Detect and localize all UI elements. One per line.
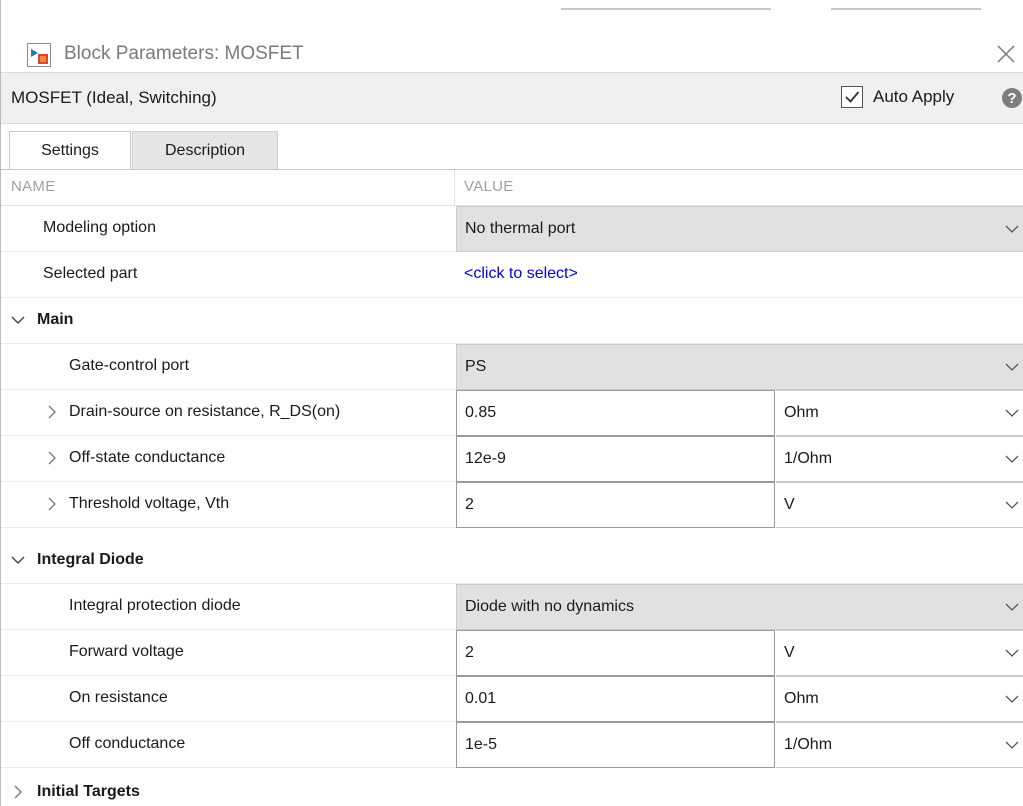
section-main[interactable]: Main — [1, 298, 1023, 344]
threshold-voltage-input[interactable]: 2 — [456, 482, 775, 528]
close-icon[interactable] — [991, 39, 1021, 69]
input-value: 1e-5 — [465, 736, 498, 753]
chevron-down-icon — [1005, 649, 1019, 657]
table-header: NAME VALUE — [1, 170, 1023, 206]
block-header: MOSFET (Ideal, Switching) Auto Apply ? — [1, 72, 1023, 124]
background-window-edge — [1, 0, 1023, 10]
block-parameters-dialog: Block Parameters: MOSFET MOSFET (Ideal, … — [0, 0, 1023, 806]
column-divider — [454, 170, 455, 206]
param-label: Gate-control port — [69, 357, 190, 374]
chevron-down-icon — [1005, 741, 1019, 749]
param-label: Forward voltage — [69, 643, 184, 660]
section-initial-targets[interactable]: Initial Targets — [1, 770, 1023, 806]
help-icon[interactable]: ? — [1001, 87, 1023, 109]
unit-value: 1/Ohm — [784, 736, 833, 753]
param-row-on-resistance: On resistance 0.01 Ohm — [1, 676, 1023, 722]
chevron-down-icon — [1005, 695, 1019, 703]
title-bar[interactable]: Block Parameters: MOSFET — [1, 14, 1023, 72]
dropdown-value: Diode with no dynamics — [465, 598, 634, 615]
section-title: Main — [37, 311, 74, 328]
chevron-down-icon — [1005, 409, 1019, 417]
rds-on-unit-dropdown[interactable]: Ohm — [776, 390, 1023, 436]
checkmark-icon — [845, 91, 860, 103]
chevron-down-icon — [11, 316, 25, 324]
param-label: Modeling option — [43, 219, 156, 236]
modeling-option-dropdown[interactable]: No thermal port — [456, 206, 1023, 252]
column-header-value: VALUE — [464, 178, 514, 195]
forward-voltage-input[interactable]: 2 — [456, 630, 775, 676]
input-value: 12e-9 — [465, 450, 506, 467]
on-resistance-unit-dropdown[interactable]: Ohm — [776, 676, 1023, 722]
chevron-right-icon — [14, 785, 22, 799]
click-to-select-link[interactable]: <click to select> — [464, 265, 578, 283]
chevron-down-icon — [1005, 501, 1019, 509]
param-label: Drain-source on resistance, R_DS(on) — [69, 403, 341, 420]
off-conductance-input[interactable]: 12e-9 — [456, 436, 775, 482]
chevron-right-icon[interactable] — [45, 403, 59, 421]
param-label: Integral protection diode — [69, 597, 241, 614]
input-value: 0.85 — [465, 404, 497, 421]
rds-on-input[interactable]: 0.85 — [456, 390, 775, 436]
chevron-down-icon — [1005, 363, 1019, 371]
param-row-forward-voltage: Forward voltage 2 V — [1, 630, 1023, 676]
param-label: Off conductance — [69, 735, 186, 752]
section-title: Initial Targets — [37, 783, 140, 800]
window-title: Block Parameters: MOSFET — [64, 43, 304, 64]
chevron-down-icon — [1005, 225, 1019, 233]
tab-description[interactable]: Description — [132, 131, 278, 170]
param-row-modeling-option: Modeling option No thermal port — [1, 206, 1023, 252]
auto-apply-label: Auto Apply — [873, 87, 955, 106]
diode-off-conductance-unit-dropdown[interactable]: 1/Ohm — [776, 722, 1023, 768]
threshold-voltage-unit-dropdown[interactable]: V — [776, 482, 1023, 528]
gate-control-dropdown[interactable]: PS — [456, 344, 1023, 390]
chevron-down-icon — [1005, 455, 1019, 463]
input-value: 2 — [465, 496, 474, 513]
forward-voltage-unit-dropdown[interactable]: V — [776, 630, 1023, 676]
diode-off-conductance-input[interactable]: 1e-5 — [456, 722, 775, 768]
svg-text:?: ? — [1007, 90, 1016, 107]
section-title: Integral Diode — [37, 551, 144, 568]
input-value: 0.01 — [465, 690, 497, 707]
protection-diode-dropdown[interactable]: Diode with no dynamics — [456, 584, 1023, 630]
section-integral-diode[interactable]: Integral Diode — [1, 538, 1023, 584]
off-conductance-unit-dropdown[interactable]: 1/Ohm — [776, 436, 1023, 482]
input-value: 2 — [465, 644, 474, 661]
tab-bar: Settings Description — [1, 124, 1023, 170]
chevron-right-icon[interactable] — [45, 495, 59, 513]
param-row-off-conductance: Off conductance 1e-5 1/Ohm — [1, 722, 1023, 768]
param-row-gate-control-port: Gate-control port PS — [1, 344, 1023, 390]
block-name: MOSFET (Ideal, Switching) — [11, 88, 217, 107]
param-label: Threshold voltage, Vth — [69, 495, 230, 512]
unit-value: 1/Ohm — [784, 450, 833, 467]
unit-value: Ohm — [784, 404, 819, 421]
chevron-down-icon — [11, 556, 25, 564]
auto-apply-toggle[interactable]: Auto Apply — [841, 86, 954, 108]
unit-value: V — [784, 496, 795, 513]
param-row-threshold-voltage: Threshold voltage, Vth 2 V — [1, 482, 1023, 528]
param-row-off-state-conductance: Off-state conductance 12e-9 1/Ohm — [1, 436, 1023, 482]
param-row-rds-on: Drain-source on resistance, R_DS(on) 0.8… — [1, 390, 1023, 436]
chevron-right-icon[interactable] — [45, 449, 59, 467]
auto-apply-checkbox[interactable] — [841, 86, 863, 108]
unit-value: V — [784, 644, 795, 661]
simulink-block-icon — [27, 43, 51, 67]
chevron-down-icon — [1005, 603, 1019, 611]
column-header-name: NAME — [11, 178, 56, 195]
param-row-integral-protection-diode: Integral protection diode Diode with no … — [1, 584, 1023, 630]
param-row-selected-part: Selected part <click to select> — [1, 252, 1023, 298]
param-label: Off-state conductance — [69, 449, 226, 466]
param-label: Selected part — [43, 265, 138, 282]
dropdown-value: No thermal port — [465, 220, 576, 237]
unit-value: Ohm — [784, 690, 819, 707]
tab-settings[interactable]: Settings — [9, 131, 131, 170]
on-resistance-input[interactable]: 0.01 — [456, 676, 775, 722]
dropdown-value: PS — [465, 358, 487, 375]
param-label: On resistance — [69, 689, 168, 706]
